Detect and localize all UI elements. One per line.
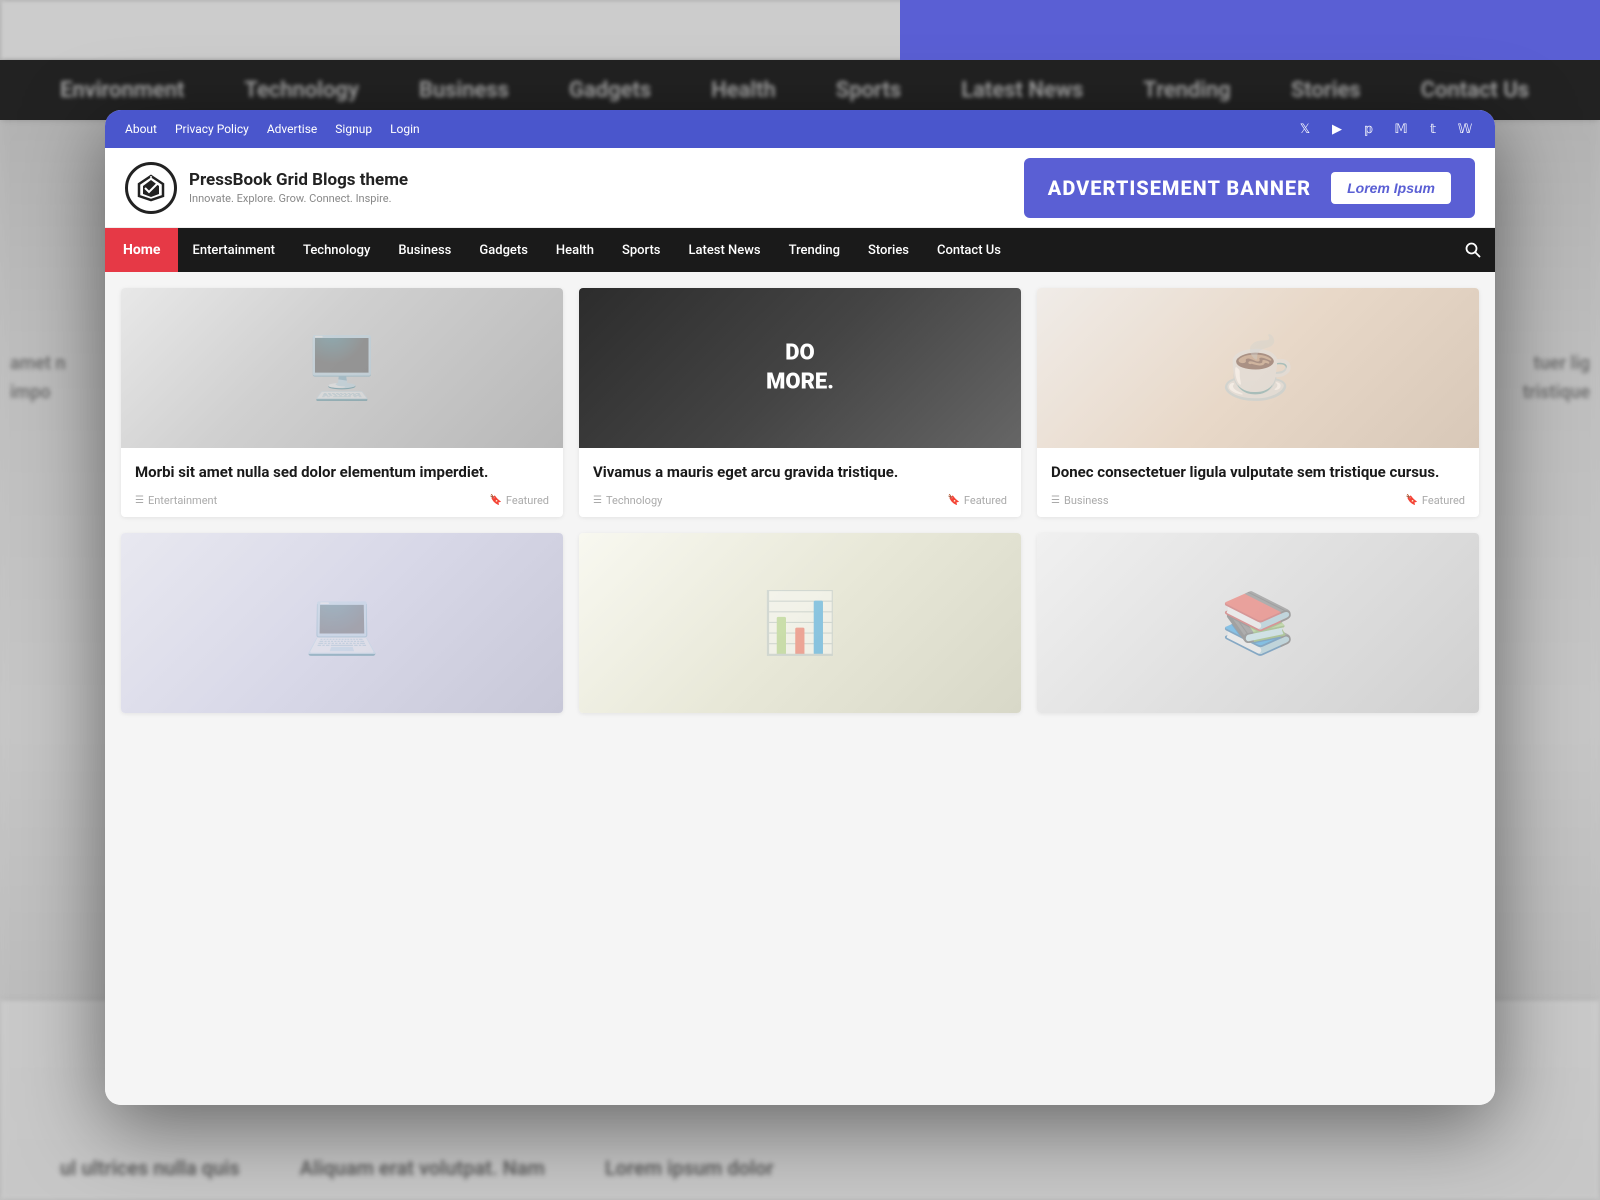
nav-item-entertainment[interactable]: Entertainment bbox=[178, 228, 289, 272]
top-bar-links: About Privacy Policy Advertise Signup Lo… bbox=[125, 122, 420, 136]
card-1-category-text: Entertainment bbox=[148, 494, 217, 507]
nav-item-business[interactable]: Business bbox=[384, 228, 465, 272]
category-icon-2: ☰ bbox=[593, 495, 602, 506]
bg-right-text: tuer ligtristique bbox=[1490, 340, 1600, 418]
card-2-body: Vivamus a mauris eget arcu gravida trist… bbox=[579, 448, 1021, 517]
card-2-image bbox=[579, 288, 1021, 448]
featured-icon-2: 🔖 bbox=[947, 495, 959, 506]
site-logo: PressBook Grid Blogs theme Innovate. Exp… bbox=[125, 162, 408, 214]
nav-item-trending[interactable]: Trending bbox=[775, 228, 854, 272]
featured-icon: 🔖 bbox=[489, 495, 501, 506]
card-1-category: ☰ Entertainment bbox=[135, 494, 217, 507]
card-1-body: Morbi sit amet nulla sed dolor elementum… bbox=[121, 448, 563, 517]
featured-icon-3: 🔖 bbox=[1405, 495, 1417, 506]
nav-home[interactable]: Home bbox=[105, 228, 178, 272]
card-1-featured: 🔖 Featured bbox=[489, 494, 549, 507]
card-2-meta: ☰ Technology 🔖 Featured bbox=[593, 494, 1007, 507]
browser-window: About Privacy Policy Advertise Signup Lo… bbox=[105, 110, 1495, 1105]
card-4 bbox=[121, 533, 563, 713]
social-icons: 𝕏 ▶ 𝕡 𝕄 𝕥 𝕎 bbox=[1295, 119, 1475, 139]
card-1: Morbi sit amet nulla sed dolor elementum… bbox=[121, 288, 563, 517]
privacy-link[interactable]: Privacy Policy bbox=[175, 122, 249, 136]
nav-item-stories[interactable]: Stories bbox=[854, 228, 923, 272]
site-title: PressBook Grid Blogs theme bbox=[189, 170, 408, 190]
card-4-image bbox=[121, 533, 563, 713]
medium-icon[interactable]: 𝕄 bbox=[1391, 119, 1411, 139]
logo-svg bbox=[135, 172, 167, 204]
card-3-category: ☰ Business bbox=[1051, 494, 1109, 507]
card-1-tag-text: Featured bbox=[506, 494, 549, 507]
wordpress-icon[interactable]: 𝕎 bbox=[1455, 119, 1475, 139]
ad-banner: ADVERTISEMENT BANNER Lorem Ipsum bbox=[1024, 158, 1475, 218]
card-1-title: Morbi sit amet nulla sed dolor elementum… bbox=[135, 462, 549, 484]
card-5-image bbox=[579, 533, 1021, 713]
logo-text: PressBook Grid Blogs theme Innovate. Exp… bbox=[189, 170, 408, 205]
advertise-link[interactable]: Advertise bbox=[267, 122, 317, 136]
content-area: Morbi sit amet nulla sed dolor elementum… bbox=[105, 272, 1495, 1105]
signup-link[interactable]: Signup bbox=[335, 122, 372, 136]
main-nav: Home Entertainment Technology Business G… bbox=[105, 228, 1495, 272]
card-3-body: Donec consectetuer ligula vulputate sem … bbox=[1037, 448, 1479, 517]
card-5 bbox=[579, 533, 1021, 713]
card-2-featured: 🔖 Featured bbox=[947, 494, 1007, 507]
category-icon-3: ☰ bbox=[1051, 495, 1060, 506]
login-link[interactable]: Login bbox=[390, 122, 420, 136]
card-1-image bbox=[121, 288, 563, 448]
youtube-icon[interactable]: ▶ bbox=[1327, 119, 1347, 139]
card-3-category-text: Business bbox=[1064, 494, 1109, 507]
logo-icon bbox=[125, 162, 177, 214]
twitter-icon[interactable]: 𝕏 bbox=[1295, 119, 1315, 139]
article-grid: Morbi sit amet nulla sed dolor elementum… bbox=[121, 288, 1479, 713]
card-3-tag-text: Featured bbox=[1422, 494, 1465, 507]
tumblr-icon[interactable]: 𝕥 bbox=[1423, 119, 1443, 139]
ad-banner-text: ADVERTISEMENT BANNER bbox=[1048, 176, 1311, 200]
nav-item-health[interactable]: Health bbox=[542, 228, 608, 272]
top-bar: About Privacy Policy Advertise Signup Lo… bbox=[105, 110, 1495, 148]
pinterest-icon[interactable]: 𝕡 bbox=[1359, 119, 1379, 139]
card-2-category: ☰ Technology bbox=[593, 494, 662, 507]
nav-item-contact[interactable]: Contact Us bbox=[923, 228, 1015, 272]
about-link[interactable]: About bbox=[125, 122, 157, 136]
site-header: PressBook Grid Blogs theme Innovate. Exp… bbox=[105, 148, 1495, 228]
site-tagline: Innovate. Explore. Grow. Connect. Inspir… bbox=[189, 192, 408, 205]
card-1-meta: ☰ Entertainment 🔖 Featured bbox=[135, 494, 549, 507]
card-3-image bbox=[1037, 288, 1479, 448]
card-3: Donec consectetuer ligula vulputate sem … bbox=[1037, 288, 1479, 517]
card-2-tag-text: Featured bbox=[964, 494, 1007, 507]
card-2: Vivamus a mauris eget arcu gravida trist… bbox=[579, 288, 1021, 517]
nav-item-latest-news[interactable]: Latest News bbox=[674, 228, 774, 272]
nav-item-sports[interactable]: Sports bbox=[608, 228, 675, 272]
nav-item-gadgets[interactable]: Gadgets bbox=[465, 228, 542, 272]
card-2-category-text: Technology bbox=[606, 494, 662, 507]
nav-item-technology[interactable]: Technology bbox=[289, 228, 384, 272]
card-3-title: Donec consectetuer ligula vulputate sem … bbox=[1051, 462, 1465, 484]
card-3-featured: 🔖 Featured bbox=[1405, 494, 1465, 507]
bg-left-text: amet nimpo bbox=[0, 340, 110, 418]
card-6 bbox=[1037, 533, 1479, 713]
ad-banner-button[interactable]: Lorem Ipsum bbox=[1331, 172, 1451, 204]
category-icon: ☰ bbox=[135, 495, 144, 506]
nav-items: Entertainment Technology Business Gadget… bbox=[178, 228, 1465, 272]
card-3-meta: ☰ Business 🔖 Featured bbox=[1051, 494, 1465, 507]
search-icon bbox=[1465, 242, 1481, 258]
search-button[interactable] bbox=[1465, 242, 1495, 258]
card-2-title: Vivamus a mauris eget arcu gravida trist… bbox=[593, 462, 1007, 484]
card-6-image bbox=[1037, 533, 1479, 713]
